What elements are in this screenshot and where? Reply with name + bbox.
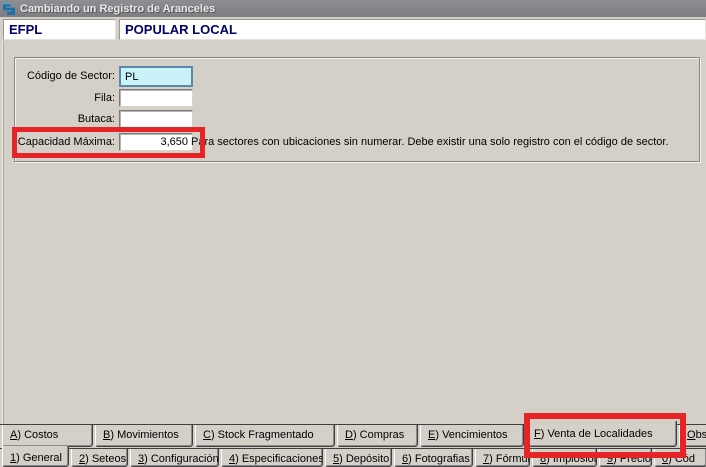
tab-label: ) Compras [353, 429, 404, 441]
tab-label: ) Venta de Localidades [541, 428, 653, 440]
codigo-sector-label: Código de Sector: [14, 70, 115, 82]
capacity-help-text: Para sectores con ubicaciones sin numera… [191, 136, 696, 148]
tab-precios[interactable]: 9) Precios [599, 449, 652, 467]
tab-codigos[interactable]: 0) Cód [654, 449, 706, 467]
tab-label: ) Vencimientos [435, 429, 507, 441]
tab-observaciones[interactable]: Obse [679, 425, 706, 447]
tab-vencimientos[interactable]: E) Vencimientos [420, 425, 524, 447]
butaca-label: Butaca: [14, 113, 115, 125]
tab-configuracion[interactable]: 3) Configuración [130, 449, 219, 467]
tab-accel: D [345, 429, 353, 441]
sector-name-box: POPULAR LOCAL [119, 19, 706, 40]
fila-label: Fila: [14, 92, 115, 104]
tab-label: ) Fotografias [408, 453, 470, 465]
panel-left-edge [2, 41, 4, 467]
tab-deposito[interactable]: 5) Depósito [325, 449, 392, 467]
tab-general[interactable]: 1) General [2, 446, 69, 467]
tab-accel: F [534, 428, 541, 440]
title-bar[interactable]: Cambiando un Registro de Aranceles [0, 0, 706, 17]
tab-label: ) Configuración [144, 453, 219, 465]
tab-accel: O [687, 429, 696, 441]
tab-label: ) Costos [17, 429, 58, 441]
capacidad-maxima-input[interactable] [119, 133, 193, 151]
tab-compras[interactable]: D) Compras [337, 425, 418, 447]
tab-label: ) Implosión [546, 453, 597, 465]
butaca-input[interactable] [119, 110, 193, 128]
tab-label: ) Movimientos [110, 429, 178, 441]
tab-label: ) Especificaciones [235, 453, 323, 465]
tab-accel: C [203, 429, 211, 441]
capacidad-maxima-label: Capacidad Máxima: [14, 136, 115, 148]
tab-especificaciones[interactable]: 4) Especificaciones [221, 449, 323, 467]
tab-label: bse [696, 429, 706, 441]
tab-label: ) Seteos [85, 453, 126, 465]
tab-implosion[interactable]: 8) Implosión [532, 449, 597, 467]
tab-stock-fragmentado[interactable]: C) Stock Fragmentado [195, 425, 335, 447]
sector-code-box[interactable]: EFPL [3, 19, 116, 40]
fila-input[interactable] [119, 89, 193, 107]
codigo-sector-input[interactable] [119, 66, 193, 87]
app-window: Cambiando un Registro de Aranceles EFPL … [0, 0, 706, 467]
tab-label: ) General [16, 452, 62, 464]
tab-movimientos[interactable]: B) Movimientos [95, 425, 193, 447]
tab-costos[interactable]: A) Costos [2, 425, 93, 447]
tab-label: ) Stock Fragmentado [211, 429, 314, 441]
tab-label: ) Fórmulas [489, 453, 530, 465]
app-logo-icon [2, 2, 16, 16]
tab-formulas[interactable]: 7) Fórmulas [475, 449, 530, 467]
tab-label: ) Precios [613, 453, 652, 465]
tab-label: ) Depósito [339, 453, 389, 465]
tab-seteos[interactable]: 2) Seteos [71, 449, 128, 467]
window-title: Cambiando un Registro de Aranceles [20, 3, 215, 15]
tab-label: ) Cód [668, 453, 695, 465]
tab-venta-de-localidades[interactable]: F) Venta de Localidades [526, 421, 677, 447]
tab-fotografias[interactable]: 6) Fotografias [394, 449, 473, 467]
